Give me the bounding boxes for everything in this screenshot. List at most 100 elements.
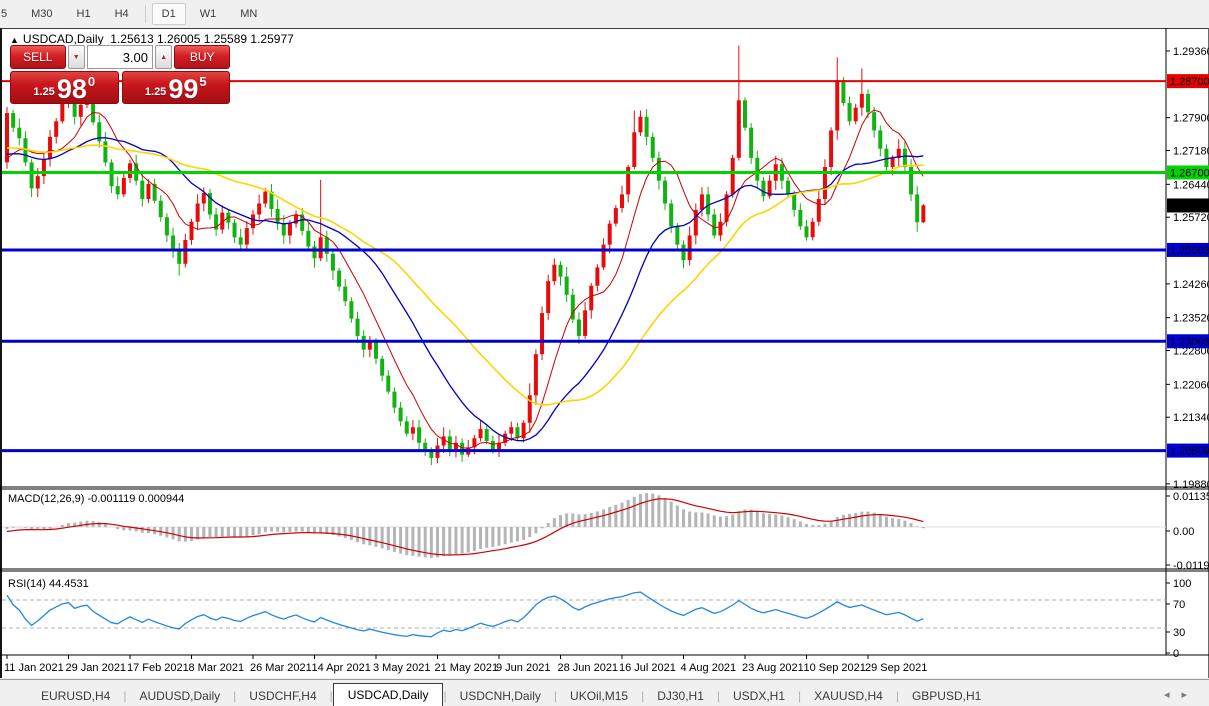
svg-text:1.25003: 1.25003	[1170, 245, 1209, 257]
svg-text:9 Jun 2021: 9 Jun 2021	[496, 662, 550, 674]
tab-ukoil-m15[interactable]: UKOil,M15	[557, 686, 641, 706]
timeframe-toolbar: 5 M30 H1 H4 D1 W1 MN	[0, 0, 1209, 28]
tab-scroll-right-icon[interactable]: ▸	[1181, 688, 1187, 701]
volume-input[interactable]	[87, 45, 153, 69]
chart-window: 1.29360 1.27900 1.27180 1.26440 1.25720 1.242…	[0, 28, 1209, 678]
buy-button[interactable]: BUY	[174, 45, 230, 69]
svg-text:30: 30	[1173, 627, 1185, 639]
sell-price-sup: 0	[87, 74, 96, 89]
timeframe-button-mn[interactable]: MN	[230, 3, 267, 25]
svg-text:21 May 2021: 21 May 2021	[435, 662, 499, 674]
macd-label: MACD(12,26,9) -0.001119 0.000944	[8, 493, 184, 505]
date-axis: 11 Jan 2021 29 Jan 2021 17 Feb 2021 8 Mar 2…	[4, 655, 927, 674]
rsi-line	[6, 591, 924, 638]
buy-price-small: 1.25	[144, 86, 167, 98]
tab-usdcad-daily[interactable]: USDCAD,Daily	[332, 683, 444, 706]
svg-text:1.27900: 1.27900	[1173, 113, 1209, 125]
tab-usdcnh-daily[interactable]: USDCNH,Daily	[447, 686, 554, 706]
macd-axis-labels: 0.01135 0.00 -0.011904	[1166, 491, 1209, 572]
tab-usdchf-h4[interactable]: USDCHF,H4	[236, 686, 329, 706]
svg-text:RSI(14) 44.4531: RSI(14) 44.4531	[8, 578, 89, 590]
timeframe-button-h1[interactable]: H1	[67, 3, 101, 25]
svg-text:1.20609: 1.20609	[1170, 446, 1209, 458]
svg-text:10 Sep 2021: 10 Sep 2021	[804, 662, 866, 674]
sell-price-big: 98	[56, 74, 87, 105]
svg-text:1.29360: 1.29360	[1173, 46, 1209, 58]
svg-text:29 Jan 2021: 29 Jan 2021	[66, 662, 127, 674]
price-level-badge[interactable]: 1.23003	[1167, 334, 1209, 349]
rsi-axis-labels: 100 70 30 0	[1166, 578, 1191, 660]
buy-price-sup: 5	[199, 74, 207, 89]
svg-text:100: 100	[1173, 578, 1191, 590]
chart-collapse-icon[interactable]: ▲	[10, 35, 19, 45]
tab-eurusd-h4[interactable]: EURUSD,H4	[28, 686, 123, 706]
svg-text:11 Jan 2021: 11 Jan 2021	[4, 662, 64, 674]
svg-text:0: 0	[1173, 648, 1179, 660]
svg-text:8 Mar 2021: 8 Mar 2021	[189, 662, 245, 674]
one-click-trade-widget: SELL ▼ ▲ BUY 1.25 98 0 1.25 99 5	[10, 45, 230, 104]
price-axis-labels: 1.29360 1.27900 1.27180 1.26440 1.25720 1.242…	[1166, 46, 1209, 491]
tab-xauusd-h4[interactable]: XAUUSD,H4	[801, 686, 896, 706]
svg-text:1.21340: 1.21340	[1173, 412, 1209, 424]
svg-text:1.28700: 1.28700	[1170, 76, 1209, 88]
current-price-badge: 1.25977	[1167, 198, 1209, 213]
svg-text:28 Jun 2021: 28 Jun 2021	[558, 662, 619, 674]
tab-dj30-h1[interactable]: DJ30,H1	[644, 686, 717, 706]
svg-text:29 Sep 2021: 29 Sep 2021	[865, 662, 927, 674]
tab-usdx-h1[interactable]: USDX,H1	[720, 686, 798, 706]
timeframe-button-5[interactable]: 5	[0, 3, 17, 25]
buy-price-panel[interactable]: 1.25 99 5	[121, 71, 230, 105]
svg-text:26 Mar 2021: 26 Mar 2021	[250, 662, 312, 674]
svg-text:1.22060: 1.22060	[1173, 379, 1209, 391]
chart-title-ohlc: 1.25613 1.26005 1.25589 1.25977	[110, 32, 294, 46]
svg-text:23 Aug 2021: 23 Aug 2021	[742, 662, 804, 674]
sell-price-small: 1.25	[33, 86, 55, 98]
timeframe-button-m30[interactable]: M30	[21, 3, 62, 25]
svg-text:1.27180: 1.27180	[1173, 146, 1209, 158]
svg-text:1.23520: 1.23520	[1173, 313, 1209, 325]
buy-price-big: 99	[168, 74, 199, 105]
timeframe-button-h4[interactable]: H4	[105, 3, 139, 25]
svg-text:1.19880: 1.19880	[1173, 479, 1209, 491]
price-level-badge[interactable]: 1.20609	[1167, 443, 1209, 458]
svg-text:1.24260: 1.24260	[1173, 279, 1209, 291]
svg-text:3 May 2021: 3 May 2021	[373, 662, 430, 674]
macd-label: MACD(12,26,9) -0.001119 0.000944	[8, 493, 184, 505]
price-level-badge[interactable]: 1.25003	[1167, 242, 1209, 257]
chart-title: ▲ USDCAD,Daily 1.25613 1.26005 1.25589 1.…	[10, 32, 294, 46]
svg-text:1.25720: 1.25720	[1173, 212, 1209, 224]
sell-price-panel[interactable]: 1.25 98 0	[10, 71, 119, 104]
candles-layer	[5, 45, 926, 466]
toolbar-separator	[144, 5, 146, 23]
sell-button[interactable]: SELL	[10, 45, 66, 69]
svg-text:0.01135: 0.01135	[1173, 491, 1209, 503]
horizontal-lines[interactable]	[2, 80, 1166, 453]
svg-text:1.25977: 1.25977	[1170, 200, 1209, 212]
svg-text:14 Apr 2021: 14 Apr 2021	[312, 662, 371, 674]
rsi-label: RSI(14) 44.4531	[8, 578, 89, 590]
svg-text:-0.011904: -0.011904	[1173, 560, 1209, 572]
svg-text:4 Aug 2021: 4 Aug 2021	[681, 662, 737, 674]
rsi-level-lines	[2, 599, 1166, 629]
svg-text:1.26700: 1.26700	[1170, 167, 1209, 179]
tab-gbpusd-h1[interactable]: GBPUSD,H1	[899, 686, 994, 706]
svg-text:16 Jul 2021: 16 Jul 2021	[619, 662, 676, 674]
tab-scroll-left-icon[interactable]: ◂	[1164, 688, 1170, 701]
chart-title-symbol: USDCAD,Daily	[22, 32, 104, 46]
svg-text:0.00: 0.00	[1173, 526, 1194, 538]
ma-line-slow	[6, 144, 924, 406]
tab-audusd-daily[interactable]: AUDUSD,Daily	[126, 686, 233, 706]
timeframe-button-w1[interactable]: W1	[190, 3, 227, 25]
ma-line-mid	[6, 137, 924, 442]
volume-increase-button[interactable]: ▲	[155, 45, 173, 69]
svg-text:17 Feb 2021: 17 Feb 2021	[127, 662, 189, 674]
svg-text:1.26440: 1.26440	[1173, 179, 1209, 191]
svg-text:70: 70	[1173, 599, 1185, 611]
price-level-badge[interactable]: 1.28700	[1167, 74, 1209, 89]
chart-canvas[interactable]: 1.29360 1.27900 1.27180 1.26440 1.25720 1.242…	[0, 28, 1209, 678]
ma-line-fast	[6, 109, 924, 449]
timeframe-button-d1[interactable]: D1	[151, 3, 186, 25]
svg-text:1.23003: 1.23003	[1170, 336, 1209, 348]
price-level-badge[interactable]: 1.26700	[1167, 165, 1209, 180]
volume-decrease-button[interactable]: ▼	[67, 45, 85, 69]
